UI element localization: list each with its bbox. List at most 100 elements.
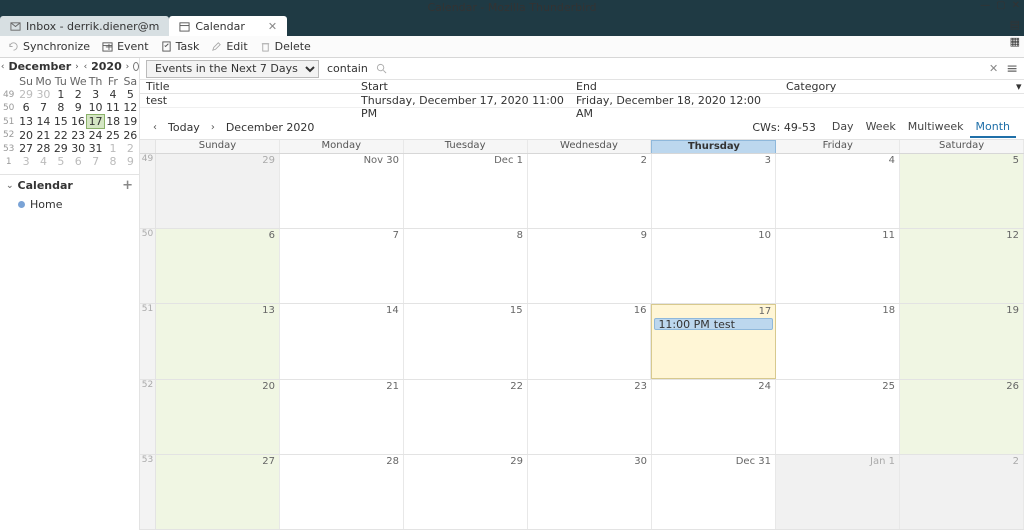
delete-button[interactable]: Delete (260, 40, 311, 53)
window-minimize-icon[interactable]: — (980, 0, 990, 11)
next-month-icon[interactable]: › (74, 62, 79, 72)
window-maximize-icon[interactable]: ▢ (996, 0, 1005, 11)
minical-nav: ‹ December › ‹ 2020 › (0, 58, 139, 75)
day-cell[interactable]: 12 (900, 229, 1024, 303)
day-cell[interactable]: 5 (900, 154, 1024, 228)
day-cell[interactable]: 22 (404, 380, 528, 454)
day-cell[interactable]: 3 (652, 154, 776, 228)
day-cell[interactable]: 20 (156, 380, 280, 454)
clear-filter-icon[interactable]: ✕ (989, 62, 998, 75)
next-year-icon[interactable]: › (125, 62, 130, 72)
app-menu-icon[interactable]: ≡ (1006, 61, 1018, 77)
tab-strip: Inbox - derrik.diener@m Calendar ✕ (0, 15, 1024, 36)
svg-text:+: + (105, 42, 113, 52)
col-start[interactable]: Start (355, 80, 570, 93)
prev-year-icon[interactable]: ‹ (83, 62, 88, 72)
day-cell[interactable]: 2 (528, 154, 652, 228)
col-end[interactable]: End (570, 80, 780, 93)
prev-period-icon[interactable]: ‹ (148, 122, 162, 133)
day-cell[interactable]: 2 (900, 455, 1024, 529)
edit-button[interactable]: Edit (211, 40, 247, 53)
day-cell[interactable]: 19 (900, 304, 1024, 378)
search-icon (376, 63, 387, 74)
day-cell[interactable]: 14 (280, 304, 404, 378)
day-cell[interactable]: 9 (528, 229, 652, 303)
day-cell[interactable]: 29 (404, 455, 528, 529)
trash-icon (260, 41, 271, 52)
day-header: Tuesday (404, 140, 528, 153)
toolbar: Synchronize + Event Task Edit Delete (0, 36, 1024, 58)
day-cell[interactable]: 1711:00 PMtest (651, 304, 776, 378)
day-header: Sunday (156, 140, 280, 153)
day-cell[interactable]: 6 (156, 229, 280, 303)
calendar-weeks-label: CWs: 49-53 (752, 121, 815, 134)
tab-close-icon[interactable]: ✕ (268, 20, 277, 33)
view-month[interactable]: Month (970, 117, 1016, 138)
day-cell[interactable]: Jan 1 (776, 455, 900, 529)
day-cell[interactable]: Dec 1 (404, 154, 528, 228)
new-task-button[interactable]: Task (161, 40, 200, 53)
day-cell[interactable]: 24 (652, 380, 776, 454)
next-period-icon[interactable]: › (206, 122, 220, 133)
tab-inbox-label: Inbox - derrik.diener@m (26, 20, 159, 33)
view-week[interactable]: Week (860, 117, 902, 138)
day-cell[interactable]: 15 (404, 304, 528, 378)
day-cell[interactable]: 25 (776, 380, 900, 454)
day-header: Friday (776, 140, 900, 153)
day-cell[interactable]: Dec 31 (652, 455, 776, 529)
minical-month[interactable]: December (8, 60, 71, 73)
mini-calendar[interactable]: SuMoTuWeThFrSa49293012345506789101112511… (0, 75, 139, 168)
day-cell[interactable]: 27 (156, 455, 280, 529)
day-cell[interactable]: Nov 30 (280, 154, 404, 228)
day-cell[interactable]: 28 (280, 455, 404, 529)
col-category[interactable]: Category (780, 80, 1010, 93)
current-period-label: December 2020 (226, 121, 315, 134)
day-cell[interactable]: 8 (404, 229, 528, 303)
month-grid[interactable]: 4929Nov 30Dec 12345506789101112511314151… (140, 154, 1024, 530)
sidebar-toggle-icon[interactable]: ▤ (1010, 18, 1020, 31)
today-button[interactable]: Today (168, 121, 200, 134)
calendar-item-home[interactable]: Home (0, 196, 139, 213)
add-calendar-icon[interactable]: + (122, 178, 133, 193)
tab-inbox[interactable]: Inbox - derrik.diener@m (0, 16, 169, 36)
sync-icon (8, 41, 19, 52)
mail-icon (10, 21, 21, 32)
event-list-row[interactable]: test Thursday, December 17, 2020 11:00 P… (140, 94, 1024, 108)
calendar-icon (179, 21, 190, 32)
day-cell[interactable]: 13 (156, 304, 280, 378)
day-cell[interactable]: 11 (776, 229, 900, 303)
window-title: Calendar - Mozilla Thunderbird (427, 1, 596, 14)
calendar-list-header[interactable]: ⌄ Calendar + (0, 175, 139, 196)
view-day[interactable]: Day (826, 117, 860, 138)
day-cell[interactable]: 26 (900, 380, 1024, 454)
task-icon (161, 41, 172, 52)
minical-year[interactable]: 2020 (91, 60, 122, 73)
window-close-icon[interactable]: ✕ (1012, 0, 1020, 11)
today-dot-icon[interactable] (133, 62, 139, 71)
tab-calendar[interactable]: Calendar ✕ (169, 16, 287, 36)
filter-search-input[interactable] (391, 62, 975, 75)
day-cell[interactable]: 30 (528, 455, 652, 529)
events-filter-select[interactable]: Events in the Next 7 Days (146, 60, 319, 78)
day-cell[interactable]: 18 (776, 304, 900, 378)
filter-bar: Events in the Next 7 Days contain ✕ ≡ (140, 58, 1024, 80)
calendar-event[interactable]: 11:00 PMtest (654, 318, 773, 330)
today-pane-icon[interactable]: ▦ (1010, 35, 1020, 48)
day-cell[interactable]: 29 (156, 154, 280, 228)
prev-month-icon[interactable]: ‹ (0, 62, 5, 72)
view-multiweek[interactable]: Multiweek (902, 117, 970, 138)
pencil-icon (211, 41, 222, 52)
new-event-button[interactable]: + Event (102, 40, 149, 53)
sync-button[interactable]: Synchronize (8, 40, 90, 53)
day-cell[interactable]: 21 (280, 380, 404, 454)
window-titlebar: Calendar - Mozilla Thunderbird — ▢ ✕ (0, 0, 1024, 15)
day-cell[interactable]: 16 (528, 304, 652, 378)
day-header: Monday (280, 140, 404, 153)
day-cell[interactable]: 23 (528, 380, 652, 454)
view-bar: ‹ Today › December 2020 CWs: 49-53 Day W… (140, 116, 1024, 140)
day-cell[interactable]: 10 (652, 229, 776, 303)
day-cell[interactable]: 4 (776, 154, 900, 228)
column-picker-icon[interactable]: ▾ (1010, 80, 1024, 93)
col-title[interactable]: Title (140, 80, 355, 93)
day-cell[interactable]: 7 (280, 229, 404, 303)
